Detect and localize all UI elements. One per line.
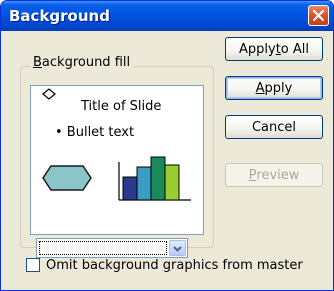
chevron-down-icon — [173, 246, 182, 252]
apply-button[interactable]: Apply — [225, 76, 323, 100]
omit-background-graphics-checkbox[interactable] — [26, 258, 40, 272]
close-button[interactable] — [308, 5, 329, 26]
fill-combo[interactable] — [36, 238, 188, 258]
close-icon — [312, 9, 325, 22]
diamond-icon — [42, 88, 56, 100]
bar-2 — [136, 166, 152, 201]
arrow-shape — [42, 165, 92, 191]
background-fill-label: Background fill — [30, 55, 134, 70]
combo-value — [39, 241, 167, 255]
preview-title-text: Title of Slide — [81, 99, 162, 114]
bar-3 — [150, 156, 166, 201]
omit-background-graphics-label[interactable]: Omit background graphics from master — [46, 258, 303, 273]
dialog-title: Background — [9, 7, 110, 25]
preview-bullet-text: • Bullet text — [55, 125, 135, 140]
fill-preview: Title of Slide • Bullet text — [30, 85, 204, 235]
bar-1 — [122, 176, 138, 201]
preview-button[interactable]: Preview — [225, 163, 323, 187]
bar-4 — [164, 164, 180, 201]
cancel-button[interactable]: Cancel — [225, 115, 323, 139]
title-bar[interactable]: Background — [1, 1, 333, 31]
combo-dropdown-button[interactable] — [169, 240, 186, 256]
apply-to-all-button[interactable]: Apply to All — [225, 37, 323, 61]
